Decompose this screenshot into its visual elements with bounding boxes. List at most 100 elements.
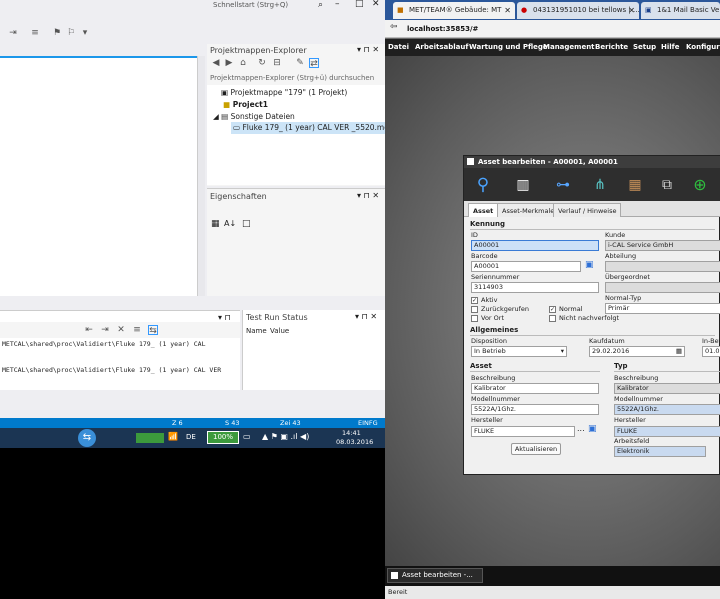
property-pages-icon[interactable]: □ (242, 219, 251, 229)
network-meter-icon[interactable] (136, 433, 164, 443)
editor-vertical-scrollbar[interactable] (197, 56, 205, 296)
dialog-title-bar[interactable]: Asset bearbeiten - A00001, A00001 (464, 156, 720, 168)
tree-item-solution[interactable]: ▣ Projektmappe "179" (1 Projekt) (219, 87, 347, 99)
sync-icon[interactable]: ⇄ (309, 58, 319, 69)
menu-setup[interactable]: Setup (633, 39, 656, 56)
toggle-wrap-icon[interactable]: ⇆ (148, 325, 158, 336)
calendar-icon[interactable]: ▦ (676, 347, 682, 356)
column-value-header[interactable]: Value (270, 327, 289, 335)
aktiv-checkbox[interactable]: ✓ (471, 297, 478, 304)
output-line: METCAL\shared\proc\Validiert\Fluke 179_ … (2, 366, 222, 374)
menu-arbeitsablauf[interactable]: Arbeitsablauf (415, 39, 468, 56)
tab-asset[interactable]: Asset (468, 203, 499, 217)
vor-ort-checkbox[interactable] (471, 315, 478, 322)
serial-field[interactable]: 3114903 (471, 282, 599, 293)
kunde-field[interactable]: i-CAL Service GmbH (605, 240, 720, 251)
tree-item-project[interactable]: ■ Project1 (221, 99, 268, 111)
barcode-scan-icon[interactable]: ▣ (585, 260, 594, 270)
app-taskbar-icon[interactable]: ⇆ (78, 429, 96, 447)
code-editor[interactable] (0, 56, 197, 296)
test-run-pin-icon[interactable]: ▾ ⊓ ✕ (355, 312, 377, 321)
close-tab-icon[interactable]: ✕ (628, 2, 635, 19)
tab-verlauf[interactable]: Verlauf / Hinweise (553, 203, 622, 217)
maximize-button[interactable]: □ (355, 0, 364, 9)
comment-icon[interactable]: ≡ (30, 28, 40, 38)
home-icon[interactable]: ⌂ (238, 58, 248, 68)
word-wrap-icon[interactable]: ≡ (132, 325, 142, 335)
bookmark-next-icon[interactable]: ⚐ (66, 28, 76, 38)
tab-asset-merkmale[interactable]: Asset-Merkmale (497, 203, 560, 217)
abteilung-field[interactable] (605, 261, 720, 272)
output-next-icon[interactable]: ⇥ (100, 325, 110, 335)
output-prev-icon[interactable]: ⇤ (84, 325, 94, 335)
uebergeordnet-field[interactable] (605, 282, 720, 293)
collapse-icon[interactable]: ⊟ (272, 58, 282, 68)
properties-pin-icon[interactable]: ▾ ⊓ ✕ (357, 191, 379, 200)
minimize-button[interactable]: – (335, 0, 340, 9)
categorized-icon[interactable]: ▦ (211, 219, 220, 229)
alphabetical-icon[interactable]: A↓ (224, 219, 236, 228)
clock-date[interactable]: 08.03.2016 (336, 438, 373, 446)
properties-wrench-icon[interactable]: ✎ (295, 58, 305, 68)
forward-icon[interactable]: ▶ (224, 58, 234, 68)
tellows-favicon: ● (521, 6, 528, 14)
asset-modell-field[interactable]: 5522A/1Ghz. (471, 404, 599, 415)
solution-search-input[interactable]: Projektmappen-Explorer (Strg+ü) durchsuc… (210, 74, 374, 82)
pin-icon[interactable]: ▾ ⊓ ✕ (357, 45, 379, 54)
tab-mail[interactable]: ▣ 1&1 Mail Basic Verfa (641, 2, 720, 19)
asset-beschreibung-field[interactable]: Kalibrator (471, 383, 599, 394)
normal-typ-field[interactable]: Primär (605, 303, 720, 314)
chevron-down-icon[interactable]: ▾ (80, 28, 90, 38)
clock-time[interactable]: 14:41 (342, 429, 361, 437)
menu-konfiguration[interactable]: Konfigurie (686, 39, 720, 56)
tray-icons[interactable]: ▲ ⚑ ▣ .ıl ◀) (262, 432, 309, 441)
back-arrow-icon[interactable]: ⇦ (390, 22, 398, 32)
tab-tellows[interactable]: ● 043131951010 bei tellows | ... ✕ (517, 2, 639, 19)
tree-item-file[interactable]: ▭ Fluke 179_ (1 year) CAL VER _5520.mc (231, 122, 385, 134)
antenna-icon[interactable]: 📶 (168, 432, 178, 441)
zurueckgerufen-checkbox[interactable] (471, 306, 478, 313)
search-icon[interactable]: ⌕ (318, 0, 323, 10)
menu-datei[interactable]: Datei (388, 39, 409, 56)
disposition-select[interactable]: In Betrieb ▾ (471, 346, 567, 357)
refresh-icon[interactable]: ↻ (257, 58, 267, 68)
language-indicator[interactable]: DE (186, 433, 196, 441)
aktiv-label: Aktiv (481, 296, 498, 304)
clear-all-icon[interactable]: ✕ (116, 325, 126, 335)
menu-hilfe[interactable]: Hilfe (661, 39, 679, 56)
nicht-nachverfolgt-checkbox[interactable] (549, 315, 556, 322)
uebergeordnet-label: Übergeordnet (605, 273, 650, 281)
update-button[interactable]: Aktualisieren (511, 443, 561, 455)
battery-indicator[interactable]: 100% (207, 431, 239, 444)
menu-berichte[interactable]: Berichte (595, 39, 628, 56)
quick-launch-input[interactable]: Schnellstart (Strg+Q) (213, 1, 288, 9)
section-asset: Asset (470, 362, 492, 370)
network-icon[interactable]: ⋔ (589, 174, 611, 196)
taskbar-item-asset-dialog[interactable]: Asset bearbeiten -... (387, 568, 483, 583)
asset-hersteller-field[interactable]: FLUKE (471, 426, 575, 437)
normal-checkbox[interactable]: ✓ (549, 306, 556, 313)
inbetrieb-field[interactable]: 01.03 (702, 346, 720, 357)
url-input[interactable]: localhost:35853/# (407, 23, 720, 35)
add-icon[interactable]: ⊕ (689, 174, 711, 196)
id-field[interactable]: A00001 (471, 240, 599, 251)
indent-icon[interactable]: ⇥ (8, 28, 18, 38)
bookmark-icon[interactable]: ⚑ (52, 28, 62, 38)
barcode-icon[interactable]: ▥ (512, 174, 534, 196)
battery-icon[interactable]: ▭ (243, 432, 251, 441)
lookup-button[interactable]: ... (577, 424, 585, 433)
hierarchy-icon[interactable]: ⊶ (552, 174, 574, 196)
search-icon[interactable]: ⚲ (472, 174, 494, 196)
kaufdatum-field[interactable]: 29.02.2016 ▦ (589, 346, 685, 357)
close-tab-icon[interactable]: ✕ (504, 2, 511, 19)
barcode-field[interactable]: A00001 (471, 261, 581, 272)
package-icon[interactable]: ▦ (624, 174, 646, 196)
close-button[interactable]: ✕ (372, 0, 380, 9)
hersteller-edit-icon[interactable]: ▣ (588, 424, 597, 434)
column-name-header[interactable]: Name (246, 327, 267, 335)
menu-wartung[interactable]: Wartung und Pflege (469, 39, 548, 56)
menu-management[interactable]: Management (543, 39, 595, 56)
tab-metteam[interactable]: ■ MET/TEAM® Gebäude: MT ✕ (393, 2, 515, 19)
back-icon[interactable]: ◀ (211, 58, 221, 68)
copy-icon[interactable]: ⧉ (656, 174, 678, 196)
